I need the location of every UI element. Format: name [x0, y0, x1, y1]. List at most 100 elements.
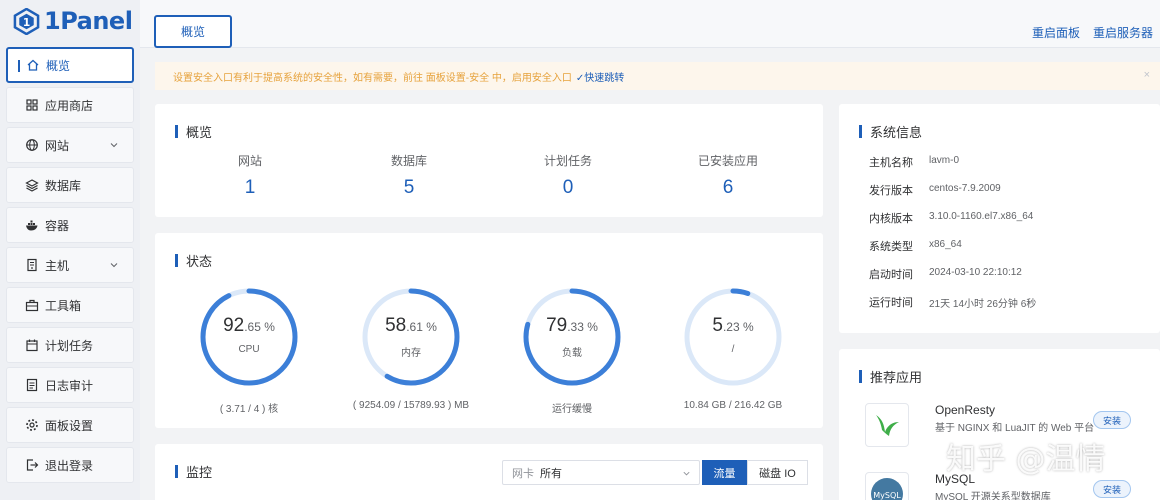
- memory-gauge[interactable]: 58.61 % 内存: [359, 285, 463, 389]
- install-button[interactable]: 安装: [1093, 480, 1131, 498]
- sidebar-item-label: 日志审计: [45, 378, 94, 393]
- status-title: 状态: [175, 251, 212, 270]
- cpu-gauge[interactable]: 92.65 % CPU: [197, 285, 301, 389]
- install-button[interactable]: 安装: [1093, 411, 1131, 429]
- gauge-arc: [200, 288, 298, 386]
- sidebar-item-label: 主机: [45, 258, 70, 273]
- chevron-down-icon: [683, 471, 690, 476]
- sidebar: 1 1Panel 概览 应用商店 网站 数据库 容器 主机 工具箱 计划任务 日…: [0, 0, 140, 500]
- tab-traffic[interactable]: 流量: [702, 460, 747, 485]
- calendar-icon: [25, 338, 39, 352]
- stat-label: 网站: [237, 154, 262, 168]
- globe-icon: [25, 138, 39, 152]
- sidebar-item-app-store[interactable]: 应用商店: [6, 87, 134, 123]
- sidebar-item-label: 计划任务: [45, 338, 94, 353]
- disk-footer: 10.84 GB / 216.42 GB: [683, 400, 783, 411]
- gauge-label: 负载: [562, 348, 582, 359]
- sidebar-item-label: 网站: [45, 138, 70, 153]
- stat-value: 1: [244, 177, 256, 198]
- mysql-logo-icon: MySQL: [865, 472, 909, 500]
- stat-websites[interactable]: 网站 1: [180, 152, 320, 199]
- quick-jump-label: 快速跳转: [584, 72, 625, 84]
- brand-logo[interactable]: 1 1Panel: [13, 6, 133, 36]
- disk-gauge[interactable]: 5.23 % /: [681, 285, 785, 389]
- cpu-footer: ( 3.71 / 4 ) 核: [219, 404, 279, 415]
- sidebar-item-label: 工具箱: [45, 298, 82, 313]
- restart-server-link[interactable]: 重启服务器: [1093, 24, 1153, 41]
- security-alert: 设置安全入口有利于提高系统的安全性，如有需要，前往 面板设置-安全 中，启用安全…: [155, 62, 1160, 90]
- logout-icon: [25, 458, 39, 472]
- sidebar-item-settings[interactable]: 面板设置: [6, 407, 134, 443]
- sidebar-item-logout[interactable]: 退出登录: [6, 447, 134, 483]
- load-footer: 运行缓慢: [552, 404, 592, 415]
- sidebar-item-toolbox[interactable]: 工具箱: [6, 287, 134, 323]
- stat-value: 0: [562, 177, 574, 198]
- app-item-mysql[interactable]: MySQL MySQL MySQL 开源关系型数据库 安装: [865, 472, 1131, 500]
- gauge-ring: [362, 288, 460, 386]
- sidebar-item-database[interactable]: 数据库: [6, 167, 134, 203]
- recommended-title: 推荐应用: [859, 367, 922, 386]
- svg-text:MySQL: MySQL: [873, 491, 901, 500]
- gauge-ring: [523, 288, 621, 386]
- sidebar-item-logs[interactable]: 日志审计: [6, 367, 134, 403]
- sidebar-item-website[interactable]: 网站: [6, 127, 134, 163]
- gauge-label: CPU: [238, 344, 260, 355]
- nic-select[interactable]: 网卡 所有: [502, 460, 700, 485]
- server-icon: [25, 258, 39, 272]
- load-gauge[interactable]: 79.33 % 负载: [520, 285, 624, 389]
- gauge-value: 79.33 %: [546, 315, 598, 336]
- sidebar-item-overview[interactable]: 概览: [6, 47, 134, 83]
- gauge-ring: [200, 288, 298, 386]
- chevron-down-icon: [110, 143, 118, 148]
- sysinfo-row: 内核版本 3.10.0-1160.el7.x86_64: [869, 211, 1034, 225]
- toolbox-icon: [25, 298, 39, 312]
- stat-label: 已安装应用: [697, 154, 758, 168]
- openresty-logo-icon: [865, 403, 909, 447]
- sidebar-item-host[interactable]: 主机: [6, 247, 134, 283]
- stat-installed-apps[interactable]: 已安装应用 6: [658, 152, 798, 199]
- close-icon[interactable]: ×: [1144, 69, 1150, 81]
- system-info-card: 系统信息 主机名称 lavm-0 发行版本 centos-7.9.2009 内核版本…: [839, 104, 1160, 333]
- monitor-card: 监控 网卡 所有 流量 磁盘 IO: [155, 444, 823, 500]
- sidebar-item-label: 容器: [45, 218, 70, 233]
- sidebar-item-label: 应用商店: [45, 98, 94, 113]
- stat-cron-jobs[interactable]: 计划任务 0: [498, 152, 638, 199]
- gauge-value: 58.61 %: [385, 315, 437, 336]
- grid-icon: [25, 98, 39, 112]
- overview-title: 概览: [175, 122, 212, 141]
- overview-card: 概览 网站 1 数据库 5 计划任务 0 已安装应用 6: [155, 104, 823, 217]
- chevron-down-icon: [110, 263, 118, 268]
- alert-text: 设置安全入口有利于提高系统的安全性，如有需要，前往 面板设置-安全 中，启用安全…: [173, 72, 572, 84]
- docker-icon: [25, 218, 39, 232]
- quick-jump-link[interactable]: ✓快速跳转: [576, 69, 624, 84]
- nic-value: 所有: [540, 467, 562, 480]
- status-card: 状态 92.65 % CPU ( 3.71 / 4 ) 核 58.61 % 内存…: [155, 233, 823, 428]
- sidebar-item-label: 面板设置: [45, 418, 94, 433]
- top-header: 概览 重启面板 重启服务器: [140, 0, 1160, 48]
- log-icon: [25, 378, 39, 392]
- system-info-title: 系统信息: [859, 122, 922, 141]
- gauge-label: /: [731, 344, 735, 355]
- app-desc: MySQL 开源关系型数据库: [935, 492, 1051, 500]
- gauge-value: 5.23 %: [712, 315, 754, 336]
- layers-icon: [25, 178, 39, 192]
- gauge-value: 92.65 %: [223, 315, 275, 336]
- svg-text:1: 1: [23, 16, 30, 28]
- stat-databases[interactable]: 数据库 5: [339, 152, 479, 199]
- app-name: OpenResty: [935, 403, 996, 417]
- app-desc: 基于 NGINX 和 LuaJIT 的 Web 平台: [935, 423, 1095, 434]
- tab-overview[interactable]: 概览: [154, 15, 232, 48]
- sidebar-item-label: 数据库: [45, 178, 82, 193]
- 1panel-logo-icon: 1: [13, 7, 40, 35]
- gear-icon: [25, 418, 39, 432]
- gauge-label: 内存: [401, 348, 421, 359]
- app-item-openresty[interactable]: OpenResty 基于 NGINX 和 LuaJIT 的 Web 平台 安装: [865, 403, 1131, 447]
- sidebar-item-cron[interactable]: 计划任务: [6, 327, 134, 363]
- sidebar-item-container[interactable]: 容器: [6, 207, 134, 243]
- sidebar-item-label: 退出登录: [45, 458, 94, 473]
- watermark: 知乎 @温情: [946, 442, 1106, 477]
- stat-label: 计划任务: [543, 154, 592, 168]
- gauge-ring: [684, 288, 782, 386]
- tab-disk-io[interactable]: 磁盘 IO: [747, 460, 808, 485]
- restart-panel-link[interactable]: 重启面板: [1032, 24, 1080, 41]
